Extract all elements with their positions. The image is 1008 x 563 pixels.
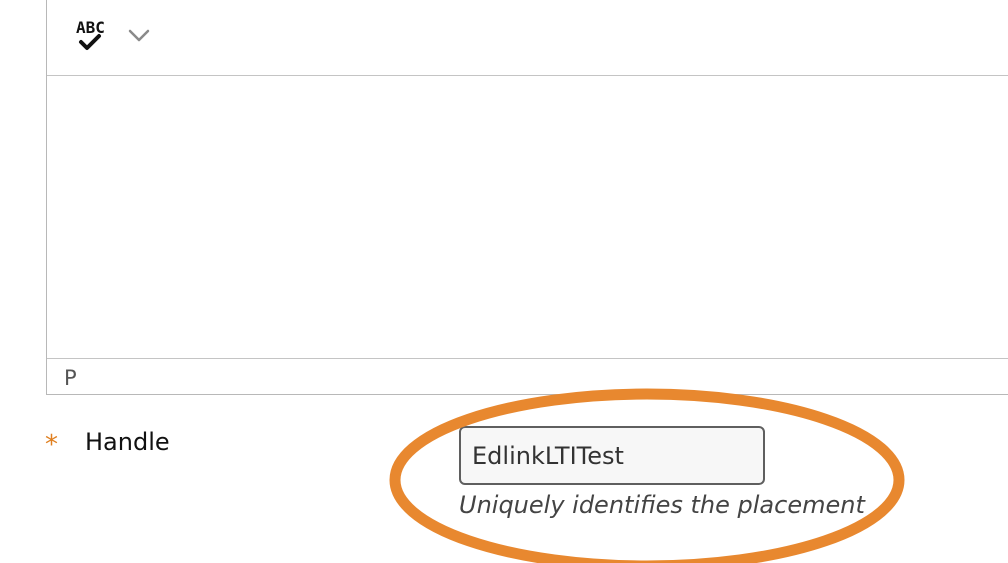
spellcheck-abc-icon: ABC: [76, 18, 105, 50]
required-indicator: *: [45, 430, 58, 460]
editor-toolbar: ABC: [47, 0, 1008, 76]
page: ABC P * Handle Uniquely identifies the p…: [0, 0, 1008, 563]
editor-statusbar: P: [47, 358, 1008, 395]
handle-help-text: Uniquely identifies the placement: [459, 491, 865, 519]
chevron-down-icon: [128, 29, 150, 42]
rich-text-editor: ABC P: [46, 0, 1008, 395]
spellcheck-text: ABC: [76, 18, 105, 37]
editor-content-area[interactable]: [47, 76, 1008, 358]
spellcheck-dropdown-button[interactable]: [123, 22, 155, 50]
handle-label: Handle: [85, 428, 170, 456]
element-path[interactable]: P: [64, 366, 77, 390]
handle-input[interactable]: [459, 426, 765, 485]
spellcheck-button[interactable]: ABC: [69, 12, 115, 58]
